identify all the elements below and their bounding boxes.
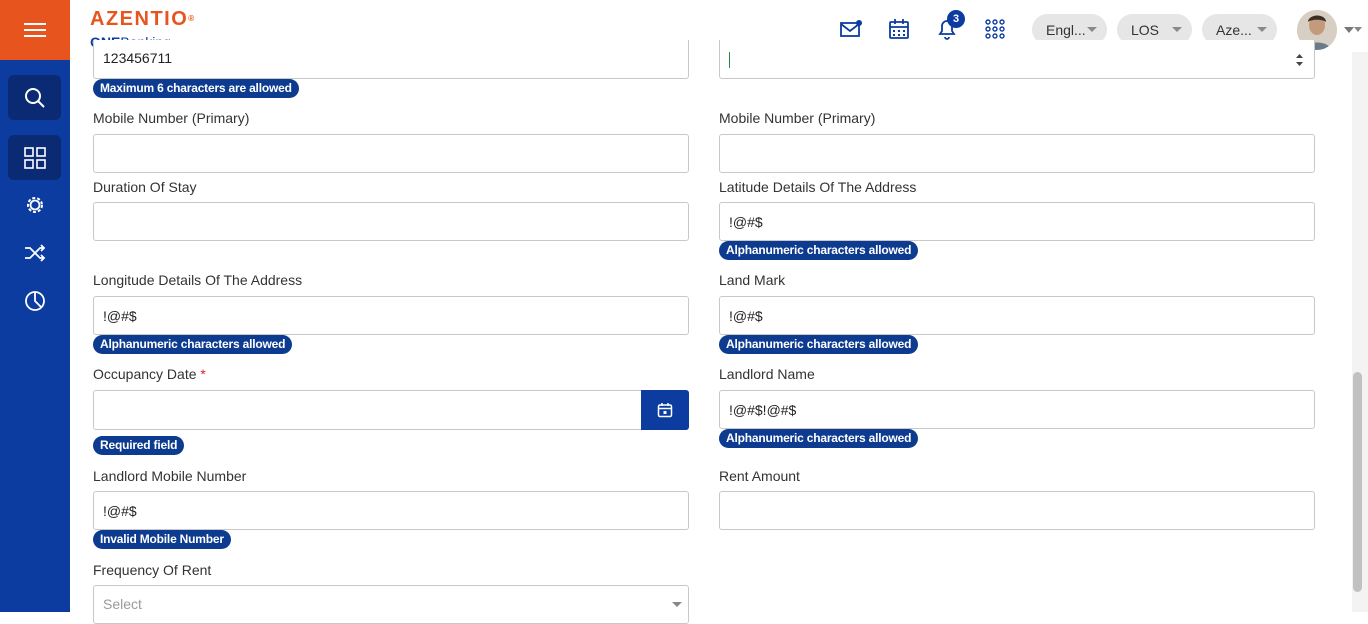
- scrollbar-thumb[interactable]: [1353, 372, 1362, 592]
- rent-amount-input[interactable]: [719, 491, 1315, 530]
- date-picker-button[interactable]: [641, 390, 689, 430]
- top-left-input[interactable]: 123456711: [93, 40, 689, 79]
- latitude-input[interactable]: !@#$: [719, 202, 1315, 241]
- sidebar-item-reports[interactable]: [8, 278, 61, 323]
- module-select-value: LOS: [1131, 21, 1160, 38]
- apps-button[interactable]: [982, 16, 1008, 42]
- sidebar: [0, 0, 70, 612]
- landlord-name-error-message: Alphanumeric characters allowed: [719, 429, 919, 448]
- rent-amount-label: Rent Amount: [719, 468, 800, 484]
- occupancy-required-message: Required field: [93, 436, 185, 455]
- landlord-mobile-input[interactable]: !@#$: [93, 491, 689, 530]
- spinner-icon[interactable]: [1295, 52, 1304, 68]
- hamburger-icon: [24, 23, 46, 37]
- apps-grid-icon: [985, 19, 1005, 39]
- longitude-input[interactable]: !@#$: [93, 296, 689, 335]
- sidebar-item-search[interactable]: [8, 75, 61, 120]
- required-asterisk: *: [200, 366, 206, 382]
- landlord-mobile-label: Landlord Mobile Number: [93, 468, 247, 484]
- landmark-input[interactable]: !@#$: [719, 296, 1315, 335]
- longitude-error-message: Alphanumeric characters allowed: [93, 335, 293, 354]
- notification-count-badge: 3: [947, 10, 965, 28]
- calendar-icon: [889, 19, 909, 39]
- landmark-label: Land Mark: [719, 272, 786, 288]
- landlord-name-label: Landlord Name: [719, 366, 815, 382]
- landlord-mobile-input-value: !@#$: [103, 502, 137, 519]
- sidebar-item-dashboard[interactable]: [8, 135, 61, 180]
- calendar-button[interactable]: [886, 16, 912, 42]
- pie-chart-icon: [24, 290, 45, 311]
- duration-label: Duration Of Stay: [93, 179, 197, 195]
- mobile-primary-left-label: Mobile Number (Primary): [93, 110, 250, 126]
- occupancy-date-label-text: Occupancy Date: [93, 366, 197, 382]
- duration-input[interactable]: [93, 202, 689, 241]
- chevron-down-icon: [1257, 27, 1267, 32]
- frequency-select-placeholder: Select: [103, 596, 142, 612]
- shuffle-icon: [24, 243, 45, 262]
- frequency-label: Frequency Of Rent: [93, 562, 212, 578]
- frequency-select[interactable]: Select: [93, 585, 689, 624]
- menu-toggle-button[interactable]: [0, 0, 70, 60]
- chevron-down-icon: [1087, 27, 1097, 32]
- mail-button[interactable]: [838, 16, 864, 42]
- landmark-input-value: !@#$: [729, 307, 763, 324]
- longitude-input-value: !@#$: [103, 307, 137, 324]
- scroll-up-arrow-icon[interactable]: [1353, 26, 1363, 34]
- mobile-primary-left-input[interactable]: [93, 134, 689, 173]
- mobile-primary-right-input[interactable]: [719, 134, 1315, 173]
- calendar-icon: [657, 403, 673, 418]
- entity-select-value: Aze...: [1216, 21, 1252, 38]
- occupancy-date-input[interactable]: [93, 390, 642, 430]
- latitude-input-value: !@#$: [729, 213, 763, 230]
- latitude-error-message: Alphanumeric characters allowed: [719, 241, 919, 260]
- top-right-number-input[interactable]: [719, 40, 1315, 79]
- top-left-input-value: 123456711: [103, 50, 173, 66]
- text-cursor: [729, 52, 730, 68]
- language-select-value: Engl...: [1046, 21, 1086, 38]
- chevron-down-icon: [1172, 27, 1182, 32]
- occupancy-date-label: Occupancy Date *: [93, 366, 206, 382]
- sidebar-item-settings[interactable]: [8, 182, 61, 227]
- sidebar-item-workflow[interactable]: [8, 230, 61, 275]
- logo-text: AZENTIO: [90, 8, 189, 30]
- gear-icon: [26, 196, 43, 213]
- error-message: Maximum 6 characters are allowed: [93, 79, 299, 98]
- chevron-down-icon: [672, 602, 682, 607]
- logo-registered-mark: ®: [188, 14, 196, 23]
- latitude-label: Latitude Details Of The Address: [719, 179, 917, 195]
- landlord-name-input-value: !@#$!@#$: [729, 401, 797, 418]
- longitude-label: Longitude Details Of The Address: [93, 272, 303, 288]
- search-icon: [24, 87, 45, 108]
- mail-icon: [840, 20, 862, 37]
- landmark-error-message: Alphanumeric characters allowed: [719, 335, 919, 354]
- landlord-mobile-error-message: Invalid Mobile Number: [93, 530, 231, 549]
- landlord-name-input[interactable]: !@#$!@#$: [719, 390, 1315, 429]
- mobile-primary-right-label: Mobile Number (Primary): [719, 110, 876, 126]
- grid-icon: [23, 146, 46, 169]
